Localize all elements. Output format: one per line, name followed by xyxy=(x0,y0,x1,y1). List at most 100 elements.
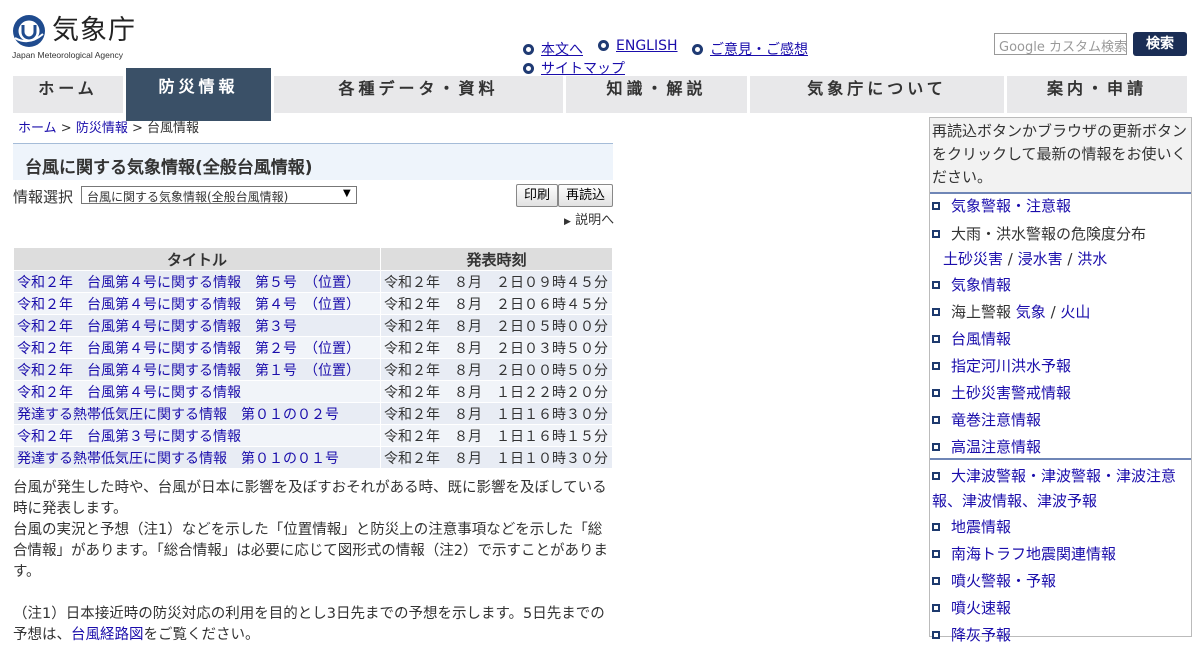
sidebar-item-ashfall[interactable]: 降灰予報 xyxy=(932,624,1011,645)
nav-disaster-info[interactable]: 防災情報 xyxy=(126,68,271,121)
sidebar-item-landslide-alert[interactable]: 土砂災害警戒情報 xyxy=(932,382,1071,403)
info-title-link[interactable]: 令和２年 台風第４号に関する情報 xyxy=(17,385,241,401)
sidebar-item-risk-map: 大雨・洪水警報の危険度分布 xyxy=(932,223,1146,244)
help-link[interactable]: ▶ 説明へ xyxy=(564,209,614,228)
table-row: 令和２年 台風第３号に関する情報 令和２年 ８月 １日１６時１５分 xyxy=(13,424,613,447)
sidebar-item-warnings[interactable]: 気象警報・注意報 xyxy=(932,195,1071,216)
sidebar-link[interactable]: 土砂災害警戒情報 xyxy=(951,384,1071,402)
sidebar-item-earthquake[interactable]: 地震情報 xyxy=(932,516,1011,537)
sidebar-item-eruption-warning[interactable]: 噴火警報・予報 xyxy=(932,570,1056,591)
jma-emblem-icon xyxy=(13,15,45,47)
sidebar-item-eruption-flash[interactable]: 噴火速報 xyxy=(932,597,1011,618)
search-input[interactable]: Google カスタム検索 xyxy=(994,33,1127,55)
cell-time: 令和２年 ８月 １日１６時１５分 xyxy=(380,424,613,447)
skip-to-content-link[interactable]: 本文へ xyxy=(523,39,583,59)
cell-title: 発達する熱帯低気圧に関する情報 第０１の０１号 xyxy=(13,446,381,469)
cell-title: 発達する熱帯低気圧に関する情報 第０１の０２号 xyxy=(13,402,381,425)
table-row: 令和２年 台風第４号に関する情報 令和２年 ８月 １日２２時２０分 xyxy=(13,380,613,403)
sidebar-link[interactable]: 竜巻注意情報 xyxy=(951,411,1041,429)
sidebar-item-nankai[interactable]: 南海トラフ地震関連情報 xyxy=(932,543,1116,564)
sidebar-link[interactable]: 気象警報・注意報 xyxy=(951,197,1071,215)
cell-time: 令和２年 ８月 １日２２時２０分 xyxy=(380,380,613,403)
nav-guide[interactable]: 案内・申請 xyxy=(1007,76,1187,113)
english-link[interactable]: ENGLISH xyxy=(598,38,678,54)
info-title-link[interactable]: 令和２年 台風第４号に関する情報 第４号 （位置） xyxy=(17,297,360,313)
sidebar-divider xyxy=(930,458,1191,460)
description: 台風が発生した時や、台風が日本に影響を及ぼすおそれがある時、既に影響を及ぼしてい… xyxy=(13,478,615,646)
sidebar-link[interactable]: 噴火速報 xyxy=(951,599,1011,617)
nav-about[interactable]: 気象庁について xyxy=(750,76,1004,113)
logo-text: 気象庁 xyxy=(52,15,136,46)
sidebar-item-weather-info[interactable]: 気象情報 xyxy=(932,274,1011,295)
sidebar-label: 海上警報 xyxy=(951,303,1012,321)
cell-title: 令和２年 台風第４号に関する情報 第４号 （位置） xyxy=(13,292,381,315)
jma-logo[interactable]: 気象庁 Japan Meteorological Agency xyxy=(12,14,137,62)
sidebar-link[interactable]: 南海トラフ地震関連情報 xyxy=(951,545,1116,563)
sidebar-link[interactable]: 台風情報 xyxy=(951,330,1011,348)
cell-time: 令和２年 ８月 ２日０３時５０分 xyxy=(380,336,613,359)
bullet-square-icon xyxy=(932,230,940,238)
sidebar-label: 大雨・洪水警報の危険度分布 xyxy=(951,225,1147,243)
sidebar-link-marine-volcano[interactable]: 火山 xyxy=(1060,303,1090,321)
sidebar-link[interactable]: 大津波警報・津波警報・津波注意報、津波情報、津波予報 xyxy=(932,467,1176,510)
sidebar: 再読込ボタンかブラウザの更新ボタンをクリックして最新の情報をお使いください。 気… xyxy=(929,117,1192,644)
nav-home[interactable]: ホーム xyxy=(13,76,123,113)
bullet-square-icon xyxy=(932,472,940,480)
sidebar-link[interactable]: 噴火警報・予報 xyxy=(951,572,1056,590)
help-label: 説明へ xyxy=(575,213,615,228)
table-row: 令和２年 台風第４号に関する情報 第３号 令和２年 ８月 ２日０５時００分 xyxy=(13,314,613,337)
link-label: サイトマップ xyxy=(541,61,625,77)
sidebar-item-risk-links: 土砂災害 / 浸水害 / 洪水 xyxy=(943,250,1108,268)
table-row: 発達する熱帯低気圧に関する情報 第０１の０１号 令和２年 ８月 １日１０時３０分 xyxy=(13,446,613,469)
reload-button[interactable]: 再読込 xyxy=(558,184,613,207)
logo-subtitle: Japan Meteorological Agency xyxy=(12,50,124,60)
info-select-dropdown[interactable]: 台風に関する気象情報(全般台風情報) xyxy=(81,186,357,204)
nav-knowledge[interactable]: 知識・解説 xyxy=(566,76,747,113)
sidebar-link-marine-weather[interactable]: 気象 xyxy=(1016,303,1046,321)
sidebar-item-marine: 海上警報 気象 / 火山 xyxy=(932,301,1090,322)
bullet-square-icon xyxy=(932,308,940,316)
bullet-square-icon xyxy=(932,550,940,558)
sidebar-link[interactable]: 気象情報 xyxy=(951,276,1011,294)
nav-data[interactable]: 各種データ・資料 xyxy=(274,76,563,113)
table-row: 令和２年 台風第４号に関する情報 第２号 （位置） 令和２年 ８月 ２日０３時５０… xyxy=(13,336,613,359)
dropdown-arrow-icon: ▼ xyxy=(343,188,351,199)
bullet-icon xyxy=(523,44,534,55)
bullet-square-icon xyxy=(932,523,940,531)
link-label: ENGLISH xyxy=(616,38,678,54)
info-title-link[interactable]: 発達する熱帯低気圧に関する情報 第０１の０２号 xyxy=(17,407,339,423)
arrow-right-icon: ▶ xyxy=(564,217,571,227)
sitemap-link[interactable]: サイトマップ xyxy=(523,58,625,78)
info-title-link[interactable]: 令和２年 台風第４号に関する情報 第２号 （位置） xyxy=(17,341,360,357)
info-title-link[interactable]: 令和２年 台風第４号に関する情報 第３号 xyxy=(17,319,297,335)
sidebar-link-inundation[interactable]: 浸水害 xyxy=(1018,250,1063,268)
sidebar-link-landslide[interactable]: 土砂災害 xyxy=(943,250,1003,268)
info-title-link[interactable]: 令和２年 台風第３号に関する情報 xyxy=(17,429,241,445)
info-title-link[interactable]: 令和２年 台風第４号に関する情報 第１号 （位置） xyxy=(17,363,360,379)
typhoon-track-link[interactable]: 台風経路図 xyxy=(71,627,144,643)
print-button[interactable]: 印刷 xyxy=(516,184,558,207)
cell-time: 令和２年 ８月 ２日０５時００分 xyxy=(380,314,613,337)
breadcrumb-disaster-info[interactable]: 防災情報 xyxy=(76,121,128,136)
sidebar-link[interactable]: 降灰予報 xyxy=(951,626,1011,644)
sidebar-link[interactable]: 指定河川洪水予報 xyxy=(951,357,1071,375)
sidebar-item-tornado[interactable]: 竜巻注意情報 xyxy=(932,409,1041,430)
sidebar-item-typhoon[interactable]: 台風情報 xyxy=(932,328,1011,349)
search-button[interactable]: 検索 xyxy=(1133,32,1187,56)
breadcrumb-current: 台風情報 xyxy=(147,121,200,136)
sidebar-item-river-flood[interactable]: 指定河川洪水予報 xyxy=(932,355,1071,376)
cell-title: 令和２年 台風第４号に関する情報 第３号 xyxy=(13,314,381,337)
sidebar-item-heat[interactable]: 高温注意情報 xyxy=(932,436,1041,457)
info-title-link[interactable]: 令和２年 台風第４号に関する情報 第５号 （位置） xyxy=(17,275,360,291)
sidebar-link[interactable]: 地震情報 xyxy=(951,518,1011,536)
feedback-link[interactable]: ご意見・ご感想 xyxy=(692,39,808,59)
cell-time: 令和２年 ８月 １日１６時３０分 xyxy=(380,402,613,425)
breadcrumb-home[interactable]: ホーム xyxy=(18,121,57,136)
column-header-time: 発表時刻 xyxy=(380,247,613,271)
sidebar-item-tsunami[interactable]: 大津波警報・津波警報・津波注意報、津波情報、津波予報 xyxy=(932,464,1188,514)
info-title-link[interactable]: 発達する熱帯低気圧に関する情報 第０１の０１号 xyxy=(17,451,339,467)
bullet-square-icon xyxy=(932,389,940,397)
cell-title: 令和２年 台風第４号に関する情報 第１号 （位置） xyxy=(13,358,381,381)
sidebar-link[interactable]: 高温注意情報 xyxy=(951,438,1041,456)
sidebar-link-flood[interactable]: 洪水 xyxy=(1077,250,1107,268)
